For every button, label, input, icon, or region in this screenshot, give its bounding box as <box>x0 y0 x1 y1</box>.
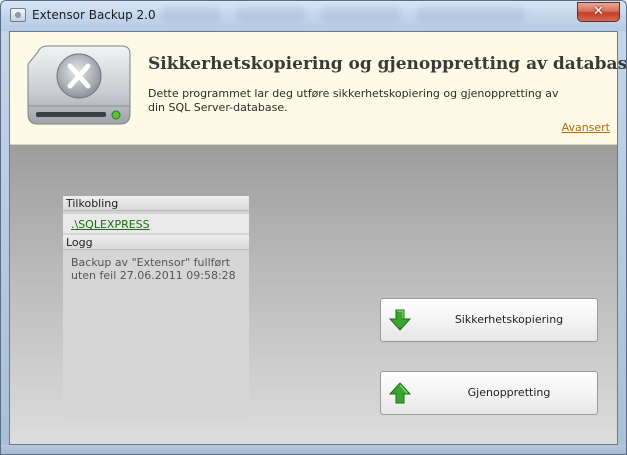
drive-icon <box>27 45 131 125</box>
log-header: Logg <box>63 235 249 250</box>
backup-button[interactable]: Sikkerhetskopiering <box>380 298 598 342</box>
backup-button-label: Sikkerhetskopiering <box>454 313 564 326</box>
restore-button[interactable]: Gjenoppretting <box>380 371 598 415</box>
window-title: Extensor Backup 2.0 <box>32 8 156 22</box>
app-icon[interactable] <box>10 8 26 22</box>
connection-header: Tilkobling <box>63 196 249 211</box>
titlebar-glass <box>416 7 526 23</box>
page-description: Dette programmet lar deg utføre sikkerhe… <box>148 87 559 114</box>
advanced-link[interactable]: Avansert <box>562 121 610 134</box>
window-bottom-border <box>1 445 626 454</box>
titlebar-glass <box>161 7 221 23</box>
status-panel: Tilkobling .\SQLEXPRESS Logg Backup av "… <box>63 196 249 418</box>
app-window: Extensor Backup 2.0 ✕ Sikkerhetskopierin… <box>0 0 627 455</box>
header-banner: Sikkerhetskopiering og gjenoppretting av… <box>10 32 626 145</box>
restore-button-label: Gjenoppretting <box>467 386 551 399</box>
title-bar[interactable]: Extensor Backup 2.0 ✕ <box>1 1 626 31</box>
up-arrow-icon <box>389 382 411 404</box>
down-arrow-icon <box>389 309 411 331</box>
titlebar-glass <box>236 7 306 23</box>
log-box: Backup av "Extensor" fullført uten feil … <box>63 252 249 418</box>
connection-link[interactable]: .\SQLEXPRESS <box>71 218 150 231</box>
log-message: Backup av "Extensor" fullført uten feil … <box>71 256 236 282</box>
close-button[interactable]: ✕ <box>577 2 620 22</box>
titlebar-glass <box>321 7 401 23</box>
page-title: Sikkerhetskopiering og gjenoppretting av… <box>148 54 627 74</box>
client-area: Sikkerhetskopiering og gjenoppretting av… <box>9 31 626 445</box>
